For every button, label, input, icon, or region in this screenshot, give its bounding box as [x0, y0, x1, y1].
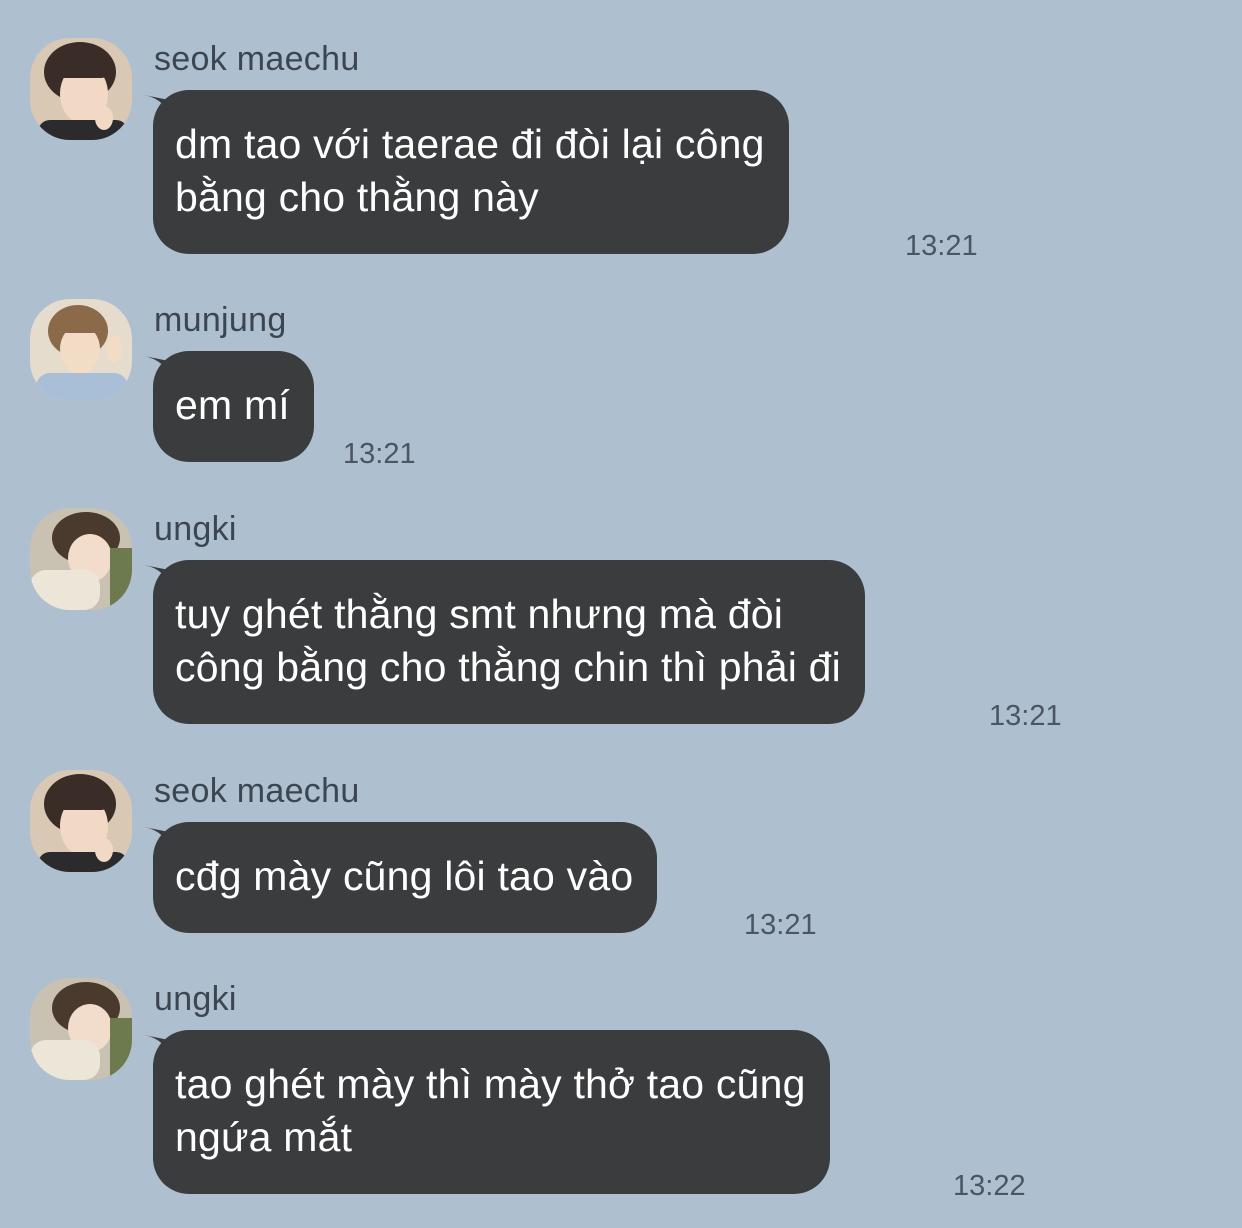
avatar[interactable]: [30, 770, 132, 872]
profile-photo-icon: [30, 770, 132, 872]
message-bubble[interactable]: em mí: [153, 351, 314, 462]
message-bubble[interactable]: tuy ghét thằng smt nhưng mà đòi công bằn…: [153, 560, 865, 724]
profile-photo-icon: [30, 299, 132, 401]
message-text-line: ngứa mắt: [175, 1114, 353, 1160]
message-time: 13:21: [905, 230, 978, 262]
message-text-line: công bằng cho thằng chin thì phải đi: [175, 644, 841, 690]
sender-name: ungki: [154, 510, 237, 548]
profile-photo-icon: [30, 38, 132, 140]
sender-name: seok maechu: [154, 40, 360, 78]
avatar[interactable]: [30, 978, 132, 1080]
sender-name: seok maechu: [154, 772, 360, 810]
message-text-line: bằng cho thằng này: [175, 174, 539, 220]
message-text-line: tuy ghét thằng smt nhưng mà đòi: [175, 591, 784, 637]
message-bubble[interactable]: cđg mày cũng lôi tao vào: [153, 822, 658, 933]
message-bubble[interactable]: tao ghét mày thì mày thở tao cũng ngứa m…: [153, 1030, 830, 1194]
message-text-line: tao ghét mày thì mày thở tao cũng: [175, 1061, 806, 1107]
avatar[interactable]: [30, 299, 132, 401]
sender-name: munjung: [154, 301, 287, 339]
profile-photo-icon: [30, 508, 132, 610]
sender-name: ungki: [154, 980, 237, 1018]
profile-photo-icon: [30, 978, 132, 1080]
avatar[interactable]: [30, 508, 132, 610]
message-text-line: em mí: [175, 382, 290, 428]
message-time: 13:21: [343, 438, 416, 470]
message-time: 13:21: [744, 909, 817, 941]
avatar[interactable]: [30, 38, 132, 140]
message-time: 13:21: [989, 700, 1062, 732]
chat-log[interactable]: seok maechu dm tao với taerae đi đòi lại…: [0, 0, 1242, 1228]
message-bubble[interactable]: dm tao với taerae đi đòi lại công bằng c…: [153, 90, 789, 254]
message-text-line: cđg mày cũng lôi tao vào: [175, 853, 634, 899]
message-text-line: dm tao với taerae đi đòi lại công: [175, 121, 765, 167]
message-time: 13:22: [953, 1170, 1026, 1202]
